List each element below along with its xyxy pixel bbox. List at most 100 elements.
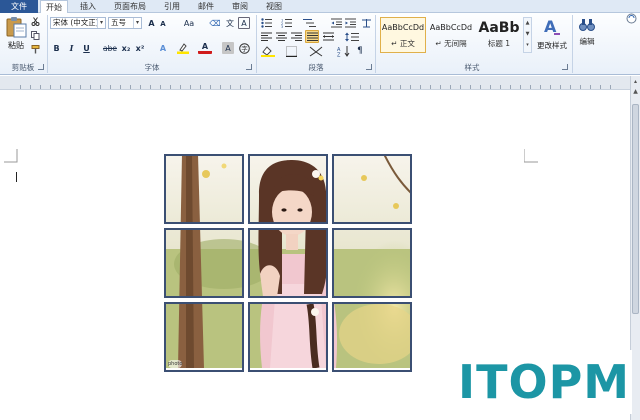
superscript-button[interactable]: x² xyxy=(134,42,146,54)
line-spacing-icon[interactable] xyxy=(344,31,360,42)
ruler-tick xyxy=(560,85,561,89)
underline-button[interactable]: U xyxy=(81,42,92,54)
grid-cell-3[interactable] xyxy=(332,154,412,224)
scroll-thumb[interactable] xyxy=(632,104,639,314)
grid-cell-1[interactable] xyxy=(164,154,244,224)
shading-icon[interactable] xyxy=(260,45,276,57)
align-left-icon[interactable] xyxy=(260,31,272,42)
style-heading-1[interactable]: AaBb 标题 1 xyxy=(476,17,522,53)
align-center-icon[interactable] xyxy=(275,31,287,42)
ruler-tick xyxy=(190,85,191,89)
asian-layout-icon[interactable] xyxy=(308,45,324,57)
chevron-down-icon: ▾ xyxy=(133,18,141,28)
cut-icon[interactable] xyxy=(30,16,40,26)
change-styles-button[interactable]: A 更改样式 xyxy=(533,16,571,51)
ruler-tick xyxy=(230,85,231,89)
phonetic-guide-icon[interactable]: 文 xyxy=(224,17,236,29)
char-border-icon[interactable]: A xyxy=(238,17,250,29)
ruler-tick xyxy=(250,85,251,89)
increase-indent-icon[interactable] xyxy=(344,17,356,29)
grid-cell-7[interactable]: photo xyxy=(164,302,244,372)
chevron-down-icon[interactable]: ▼ xyxy=(524,29,531,40)
font-family-select[interactable]: 宋体 (中文正) ▾ xyxy=(50,17,106,29)
font-launcher-icon[interactable] xyxy=(246,64,252,70)
tab-review[interactable]: 审阅 xyxy=(226,0,254,13)
multilevel-list-icon[interactable] xyxy=(302,17,318,29)
photo-fragment xyxy=(334,230,410,296)
ruler-tick xyxy=(490,85,491,89)
bullets-icon[interactable] xyxy=(260,17,276,29)
chevron-up-icon[interactable]: ▲ xyxy=(524,18,531,29)
style-no-spacing[interactable]: AaBbCcDd ↵ 无间隔 xyxy=(428,17,474,53)
ruler-tick xyxy=(260,85,261,89)
strikethrough-button[interactable]: abe xyxy=(103,42,117,54)
editing-button[interactable]: 编辑 xyxy=(575,16,599,47)
paragraph-launcher-icon[interactable] xyxy=(366,64,372,70)
ruler-tick xyxy=(140,85,141,89)
style-normal[interactable]: AaBbCcDd ↵ 正文 xyxy=(380,17,426,53)
ruler-tick xyxy=(430,85,431,89)
change-case-button[interactable]: Aa xyxy=(181,17,197,29)
ruler-tick xyxy=(540,85,541,89)
copy-icon[interactable] xyxy=(30,30,40,40)
ruler-tick xyxy=(100,85,101,89)
italic-button[interactable]: I xyxy=(66,42,77,54)
scroll-ruler-toggle-icon[interactable]: ▴ xyxy=(632,78,639,86)
nine-grid-photo[interactable]: photo xyxy=(164,154,412,372)
ruler-tick xyxy=(390,85,391,89)
styles-gallery-scroll[interactable]: ▲ ▼ ▾ xyxy=(523,17,532,53)
grid-cell-8[interactable] xyxy=(248,302,328,372)
tab-home[interactable]: 开始 xyxy=(40,0,68,14)
shrink-font-button[interactable]: A xyxy=(158,18,168,29)
decrease-indent-icon[interactable] xyxy=(330,17,342,29)
char-shading-icon[interactable]: A xyxy=(222,42,234,54)
distributed-icon[interactable] xyxy=(322,31,334,42)
justify-icon[interactable] xyxy=(305,30,319,43)
ruler-tick xyxy=(180,85,181,89)
highlight-color-icon[interactable] xyxy=(176,42,190,54)
photo-fragment xyxy=(166,230,242,296)
tab-insert[interactable]: 插入 xyxy=(74,0,102,13)
text-effects-button[interactable]: A xyxy=(157,42,169,54)
font-size-select[interactable]: 五号 ▾ xyxy=(108,17,142,29)
format-painter-icon[interactable] xyxy=(30,44,40,54)
tab-mailings[interactable]: 邮件 xyxy=(192,0,220,13)
subscript-button[interactable]: x₂ xyxy=(120,42,132,54)
grow-font-button[interactable]: A xyxy=(146,17,157,29)
numbering-icon[interactable]: 123 xyxy=(280,17,296,29)
more-icon[interactable]: ▾ xyxy=(524,40,531,51)
grid-cell-2[interactable] xyxy=(248,154,328,224)
grid-cell-5[interactable] xyxy=(248,228,328,298)
chinese-layout-icon[interactable] xyxy=(360,17,372,29)
font-color-button[interactable]: A xyxy=(198,42,212,54)
borders-icon[interactable] xyxy=(283,45,299,57)
grid-cell-6[interactable] xyxy=(332,228,412,298)
style-sample: AaBbCcDd xyxy=(381,23,425,32)
font-family-value: 宋体 (中文正) xyxy=(53,18,99,27)
scroll-up-icon[interactable]: ▲ xyxy=(632,88,639,96)
sort-icon[interactable]: AZ xyxy=(336,45,352,57)
clipboard-launcher-icon[interactable] xyxy=(38,64,44,70)
grid-cell-9[interactable] xyxy=(332,302,412,372)
tab-view[interactable]: 视图 xyxy=(260,0,288,13)
ruler-tick xyxy=(610,85,611,89)
tab-page-layout[interactable]: 页面布局 xyxy=(108,0,152,13)
ruler-tick xyxy=(590,85,591,89)
bold-button[interactable]: B xyxy=(51,42,62,54)
paste-button-label[interactable]: 粘贴 xyxy=(2,40,30,51)
ruler-tick xyxy=(210,85,211,89)
ruler-tick xyxy=(30,85,31,89)
tab-file[interactable]: 文件 xyxy=(0,0,38,13)
ruler-tick xyxy=(470,85,471,89)
clear-format-icon[interactable]: ⌫ xyxy=(209,17,221,29)
align-right-icon[interactable] xyxy=(290,31,302,42)
grid-cell-4[interactable] xyxy=(164,228,244,298)
ruler-tick xyxy=(310,85,311,89)
tab-references[interactable]: 引用 xyxy=(158,0,186,13)
ribbon-help-icon[interactable] xyxy=(626,13,638,25)
styles-launcher-icon[interactable] xyxy=(562,64,568,70)
ruler-tick xyxy=(300,85,301,89)
paste-icon[interactable] xyxy=(4,16,28,38)
show-marks-icon[interactable]: ¶ xyxy=(354,45,366,57)
enclose-char-icon[interactable]: 字 xyxy=(238,42,250,54)
